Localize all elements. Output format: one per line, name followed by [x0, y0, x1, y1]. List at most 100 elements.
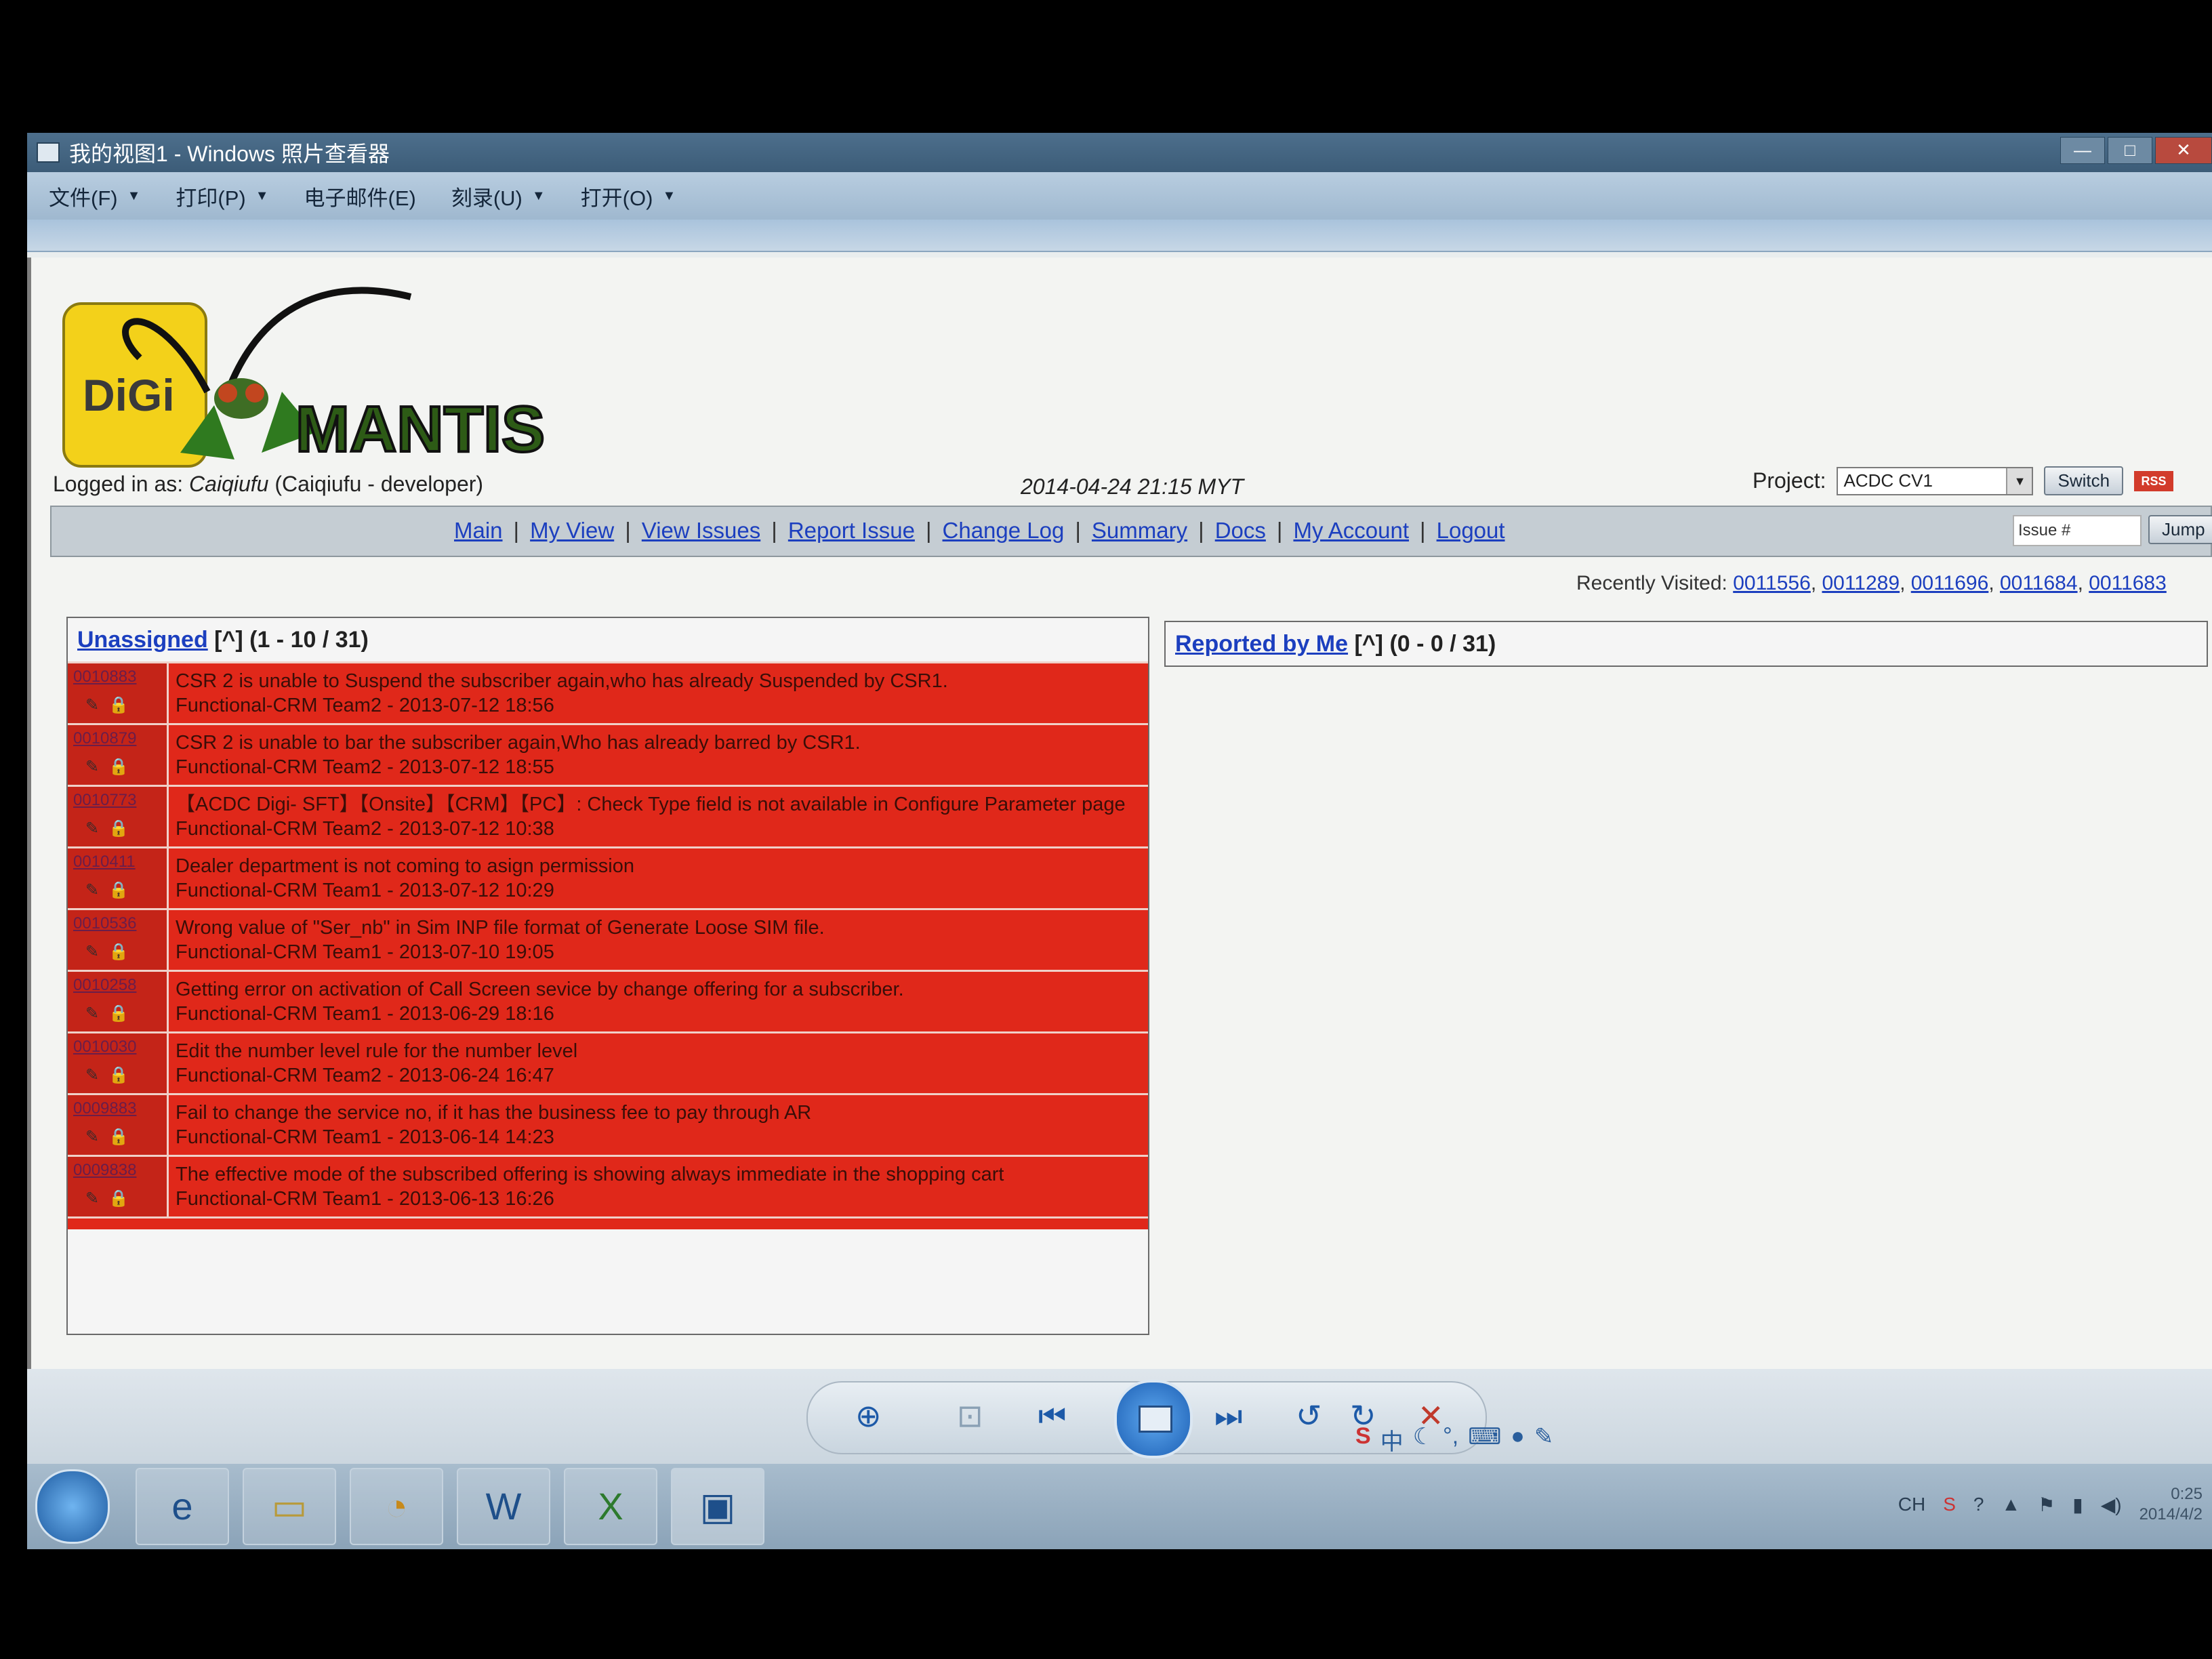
- moon-icon[interactable]: ☾: [1413, 1423, 1433, 1456]
- previous-icon[interactable]: ⏮: [1038, 1397, 1066, 1435]
- issue-summary: The effective mode of the subscribed off…: [176, 1164, 1004, 1185]
- edit-icon[interactable]: ✎: [85, 1065, 99, 1085]
- chevron-down-icon: ▼: [127, 188, 141, 203]
- explorer-icon[interactable]: ▭: [243, 1468, 336, 1545]
- jump-button[interactable]: Jump: [2148, 515, 2212, 544]
- recent-issue-link[interactable]: 0011683: [2089, 572, 2167, 594]
- recent-issue-link[interactable]: 0011289: [1822, 572, 1900, 594]
- unassigned-title-link[interactable]: Unassigned: [77, 627, 208, 653]
- recent-issue-link[interactable]: 0011696: [1911, 572, 1989, 594]
- issue-text: Getting error on activation of Call Scre…: [169, 972, 1148, 1031]
- recent-issue-link[interactable]: 0011684: [2000, 572, 2078, 594]
- edit-icon[interactable]: ✎: [85, 695, 99, 715]
- wrench-icon[interactable]: ✎: [1534, 1423, 1554, 1456]
- tray-clock[interactable]: 0:25 2014/4/2: [2139, 1484, 2203, 1525]
- nav-my-view[interactable]: My View: [530, 518, 614, 544]
- project-switcher: Project: ACDC CV1 ▼ Switch RSS: [1753, 466, 2174, 495]
- username: Caiqiufu: [189, 472, 269, 496]
- issue-id-link[interactable]: 0010879: [68, 725, 167, 748]
- issue-id-link[interactable]: 0010030: [68, 1033, 167, 1057]
- photo-viewer-app-icon: [37, 142, 60, 163]
- menu-email[interactable]: 电子邮件(E): [304, 181, 416, 211]
- start-button[interactable]: [35, 1469, 110, 1544]
- nav-logout[interactable]: Logout: [1437, 518, 1505, 544]
- volume-icon[interactable]: ◀): [2101, 1494, 2122, 1516]
- word-icon[interactable]: W: [457, 1468, 550, 1545]
- menu-burn[interactable]: 刻录(U) ▼: [451, 181, 546, 211]
- language-indicator[interactable]: CH: [1898, 1494, 1925, 1515]
- photo-viewer-icon[interactable]: ▣: [671, 1468, 764, 1545]
- slideshow-button[interactable]: [1114, 1380, 1193, 1458]
- help-icon[interactable]: ?: [1973, 1494, 1984, 1515]
- collapse-toggle[interactable]: [^]: [214, 627, 243, 653]
- switch-button[interactable]: Switch: [2044, 466, 2124, 495]
- edit-icon[interactable]: ✎: [85, 757, 99, 777]
- rotate-left-icon[interactable]: ↺: [1296, 1397, 1322, 1434]
- show-hidden-icons[interactable]: ▲: [2001, 1494, 2020, 1515]
- sogou-ime-icon[interactable]: S: [1355, 1423, 1371, 1456]
- edit-icon[interactable]: ✎: [85, 880, 99, 900]
- internet-explorer-icon[interactable]: e: [136, 1468, 229, 1545]
- logo-digi-text: DiGi: [83, 370, 175, 420]
- project-label: Project:: [1753, 468, 1826, 493]
- fit-to-window-icon[interactable]: ⊡: [957, 1397, 983, 1434]
- minimize-button[interactable]: —: [2060, 137, 2105, 164]
- outlook-icon[interactable]: ◔: [350, 1468, 443, 1545]
- nav-change-log[interactable]: Change Log: [943, 518, 1065, 544]
- excel-icon[interactable]: X: [564, 1468, 657, 1545]
- collapse-toggle[interactable]: [^]: [1355, 631, 1384, 657]
- network-icon[interactable]: ▮: [2072, 1494, 2083, 1516]
- next-icon[interactable]: ⏭: [1214, 1397, 1242, 1435]
- issue-text: Wrong value of "Ser_nb" in Sim INP file …: [169, 910, 1148, 970]
- issue-text: CSR 2 is unable to Suspend the subscribe…: [169, 663, 1148, 723]
- project-select[interactable]: ACDC CV1 ▼: [1837, 466, 2034, 495]
- edit-icon[interactable]: ✎: [85, 819, 99, 838]
- issue-id-link[interactable]: 0010883: [68, 663, 167, 687]
- issue-id-link[interactable]: 0010773: [68, 787, 167, 810]
- issue-number-input[interactable]: Issue #: [2013, 515, 2142, 546]
- menu-file[interactable]: 文件(F) ▼: [49, 181, 140, 211]
- zoom-icon[interactable]: ⊕: [855, 1397, 882, 1434]
- punctuation-icon[interactable]: °,: [1443, 1423, 1458, 1456]
- issue-id-link[interactable]: 0009883: [68, 1095, 167, 1118]
- menu-print[interactable]: 打印(P) ▼: [176, 181, 268, 211]
- reported-title-link[interactable]: Reported by Me: [1175, 631, 1348, 657]
- reported-range: (0 - 0 / 31): [1389, 630, 1496, 657]
- flag-icon[interactable]: ⚑: [2038, 1494, 2055, 1516]
- menu-open[interactable]: 打开(O) ▼: [581, 181, 676, 211]
- maximize-button[interactable]: □: [2108, 137, 2152, 164]
- edit-icon[interactable]: ✎: [85, 1004, 99, 1023]
- issue-id-link[interactable]: 0009838: [68, 1157, 167, 1180]
- keyboard-icon[interactable]: ⌨: [1468, 1423, 1501, 1456]
- nav-main[interactable]: Main: [454, 518, 503, 544]
- issue-id-link[interactable]: 0010536: [68, 910, 167, 933]
- window-title: 我的视图1 - Windows 照片查看器: [69, 142, 390, 166]
- recent-issue-link[interactable]: 0011556: [1733, 572, 1811, 594]
- rss-icon[interactable]: RSS: [2134, 470, 2174, 491]
- user-icon[interactable]: ●: [1511, 1423, 1525, 1456]
- nav-my-account[interactable]: My Account: [1293, 518, 1409, 544]
- issue-id-cell: 0010411 ✎ 🔒: [68, 848, 169, 908]
- lock-icon: 🔒: [108, 1004, 129, 1023]
- issue-text: The effective mode of the subscribed off…: [169, 1157, 1148, 1216]
- nav-summary[interactable]: Summary: [1092, 518, 1187, 544]
- issue-summary: Edit the number level rule for the numbe…: [176, 1040, 578, 1062]
- issue-id-link[interactable]: 0010411: [68, 848, 167, 872]
- nav-view-issues[interactable]: View Issues: [642, 518, 760, 544]
- issue-id-link[interactable]: 0010258: [68, 972, 167, 995]
- taskbar: e ▭ ◔ W X ▣ CH S ? ▲ ⚑ ▮ ◀) 0:25 2014/4/…: [27, 1464, 2212, 1549]
- ime-mode-indicator[interactable]: 中: [1380, 1423, 1404, 1456]
- title-bar: 我的视图1 - Windows 照片查看器 — □ ✕: [27, 133, 2212, 172]
- issue-text: Dealer department is not coming to asign…: [169, 848, 1148, 908]
- toolbar-band: [27, 220, 2212, 252]
- edit-icon[interactable]: ✎: [85, 942, 99, 962]
- user-detail: (Caiqiufu - developer): [274, 472, 484, 496]
- nav-report-issue[interactable]: Report Issue: [788, 518, 915, 544]
- edit-icon[interactable]: ✎: [85, 1189, 99, 1208]
- chevron-down-icon: ▼: [662, 188, 676, 203]
- edit-icon[interactable]: ✎: [85, 1127, 99, 1147]
- close-button[interactable]: ✕: [2155, 137, 2212, 164]
- sogou-tray-icon[interactable]: S: [1943, 1494, 1956, 1515]
- unassigned-header: Unassigned [^] (1 - 10 / 31): [68, 618, 1148, 661]
- nav-docs[interactable]: Docs: [1215, 518, 1266, 544]
